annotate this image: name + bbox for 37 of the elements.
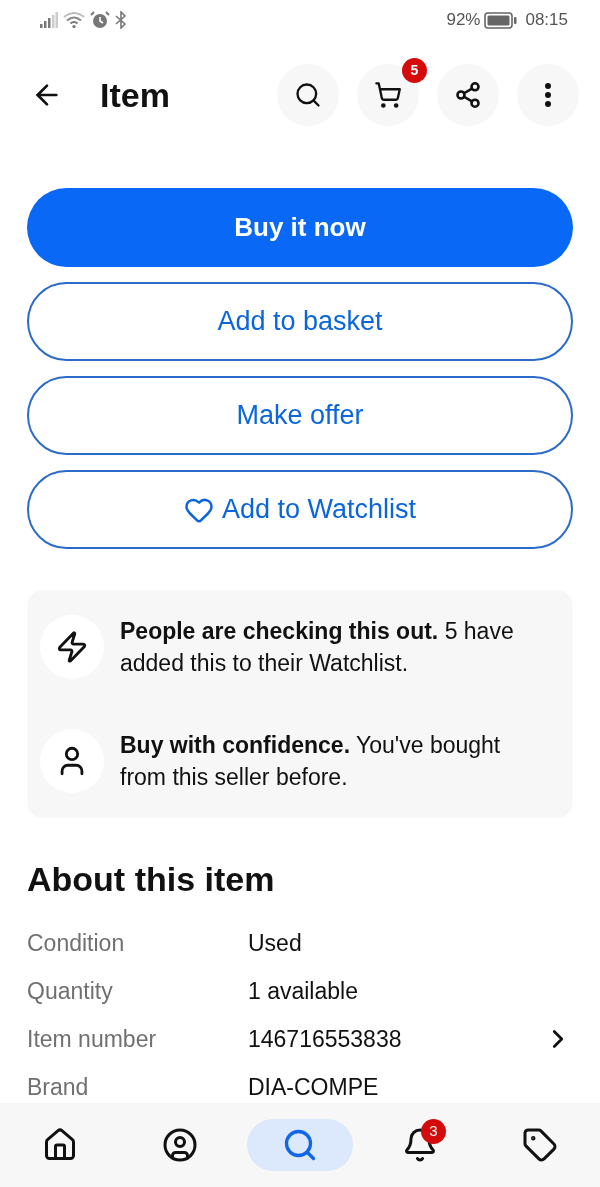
battery-icon [484, 11, 518, 29]
search-tab[interactable] [247, 1119, 353, 1171]
share-icon [454, 81, 482, 109]
detail-value: DIA-COMPE [248, 1072, 379, 1102]
page-title: Item [100, 74, 170, 116]
home-icon [42, 1127, 78, 1163]
action-button[interactable]: Make offer [27, 376, 573, 455]
notification-count-badge: 3 [421, 1119, 446, 1144]
buy-now-button[interactable]: Buy it now [27, 188, 573, 267]
lightning-icon [55, 630, 89, 664]
bell-icon [402, 1127, 438, 1163]
cart-count-badge: 5 [402, 58, 427, 83]
detail-label: Brand [27, 1072, 90, 1102]
bluetooth-icon [115, 11, 127, 29]
search-icon [282, 1127, 318, 1163]
detail-label: Item number [27, 1024, 158, 1054]
cart-icon [374, 81, 402, 109]
signal-icon [40, 12, 58, 28]
watchlist-button[interactable]: Add to Watchlist [27, 470, 573, 549]
section-title: About this item [26, 861, 276, 897]
notifications-tab[interactable]: 3 [394, 1119, 446, 1171]
detail-value: Used [248, 928, 302, 958]
more-icon [545, 83, 551, 107]
highlight-text: People are checking this out. 5 have added this to their Watchlist. [120, 617, 515, 678]
detail-label: Condition [27, 928, 126, 958]
detail-value: 1 available [248, 976, 358, 1006]
wifi-icon [63, 12, 85, 28]
action-button[interactable]: Add to basket [27, 282, 573, 361]
highlight-text: Buy with confidence. You've bought from this seller before. [120, 731, 502, 792]
account-icon [162, 1127, 198, 1163]
detail-value: 146716553838 [248, 1024, 402, 1054]
tag-icon [522, 1127, 558, 1163]
clock-time: 08:15 [525, 9, 568, 32]
search-icon [294, 81, 322, 109]
detail-label: Quantity [27, 976, 114, 1006]
battery-percent: 92% [446, 9, 481, 32]
alarm-icon [90, 11, 110, 29]
